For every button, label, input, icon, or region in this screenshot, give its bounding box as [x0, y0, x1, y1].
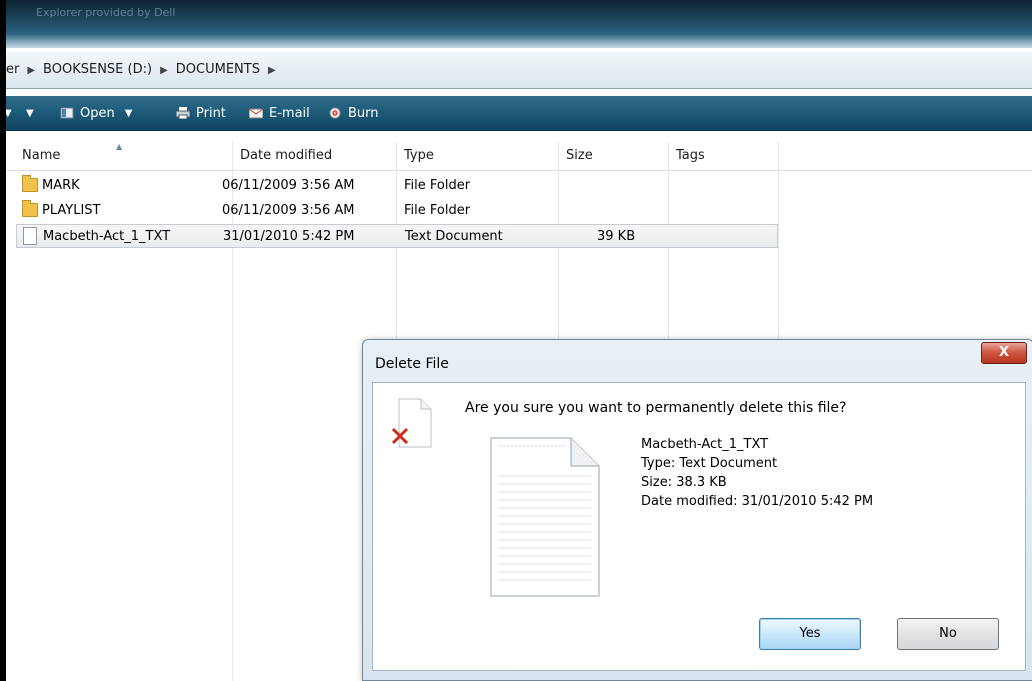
window-title: Explorer provided by Dell: [36, 6, 176, 19]
column-type[interactable]: Type: [404, 148, 434, 163]
file-type: Text Document: [405, 229, 503, 244]
file-type: File Folder: [404, 178, 471, 193]
column-date-modified[interactable]: Date modified: [240, 148, 332, 163]
open-button[interactable]: Open ▼: [60, 104, 132, 122]
email-label: E-mail: [269, 105, 310, 121]
column-tags[interactable]: Tags: [676, 148, 705, 163]
file-date: 06/11/2009 3:56 AM: [222, 203, 355, 218]
breadcrumb-drive[interactable]: BOOKSENSE (D:): [43, 62, 152, 77]
text-document-icon: [23, 227, 37, 245]
burn-disc-icon: [329, 107, 341, 119]
file-type: File Folder: [404, 203, 471, 218]
title-bar[interactable]: Explorer provided by Dell: [6, 0, 1032, 48]
list-item[interactable]: MARK 06/11/2009 3:56 AM File Folder: [16, 174, 778, 198]
folder-icon: [22, 200, 38, 217]
email-icon: [249, 108, 263, 119]
detail-file-name: Macbeth-Act_1_TXT: [641, 437, 769, 452]
column-size[interactable]: Size: [566, 148, 593, 163]
delete-file-icon: [391, 398, 432, 448]
column-name[interactable]: Name: [22, 148, 60, 163]
text-document-large-icon: [490, 437, 600, 597]
breadcrumb-prefix[interactable]: er: [6, 62, 19, 77]
burn-label: Burn: [348, 105, 379, 121]
organize-caret-icon[interactable]: ▼: [6, 104, 12, 122]
close-button[interactable]: X: [981, 342, 1027, 364]
detail-date-modified: Date modified: 31/01/2010 5:42 PM: [641, 494, 874, 509]
file-date: 31/01/2010 5:42 PM: [223, 229, 355, 244]
confirm-question: Are you sure you want to permanently del…: [465, 400, 847, 416]
print-button[interactable]: Print: [176, 104, 226, 122]
burn-button[interactable]: Burn: [328, 104, 379, 122]
breadcrumb-chevron-icon[interactable]: ▶: [27, 65, 35, 76]
command-toolbar: ▼ ▼ Open ▼ Print E-mail Burn: [6, 96, 1032, 131]
print-label: Print: [196, 105, 226, 121]
breadcrumb-documents[interactable]: DOCUMENTS: [176, 62, 260, 77]
list-item[interactable]: PLAYLIST 06/11/2009 3:56 AM File Folder: [16, 199, 778, 223]
delete-file-dialog: Delete File X Are you sure you want to p…: [362, 339, 1032, 681]
dialog-body: Are you sure you want to permanently del…: [372, 382, 1026, 671]
file-name: Macbeth-Act_1_TXT: [43, 229, 171, 244]
column-header: Name ▲ Date modified Type Size Tags: [6, 142, 1032, 171]
file-details: Macbeth-Act_1_TXT Type: Text Document Si…: [641, 435, 873, 511]
detail-file-type: Type: Text Document: [641, 456, 778, 471]
file-name: PLAYLIST: [42, 203, 101, 218]
dialog-title: Delete File: [375, 356, 449, 372]
no-button[interactable]: No: [897, 618, 999, 650]
file-size: 39 KB: [597, 229, 636, 244]
list-item[interactable]: Macbeth-Act_1_TXT 31/01/2010 5:42 PM Tex…: [16, 224, 778, 248]
sort-ascending-icon: ▲: [116, 142, 123, 151]
open-icon: [60, 107, 74, 119]
folder-icon: [22, 175, 38, 192]
address-bar[interactable]: er ▶ BOOKSENSE (D:) ▶ DOCUMENTS ▶: [6, 52, 1032, 89]
views-dropdown-icon[interactable]: ▼: [26, 104, 34, 122]
breadcrumb: er ▶ BOOKSENSE (D:) ▶ DOCUMENTS ▶: [6, 62, 284, 77]
detail-file-size: Size: 38.3 KB: [641, 475, 727, 490]
email-button[interactable]: E-mail: [249, 104, 310, 122]
file-name: MARK: [42, 178, 80, 193]
breadcrumb-chevron-icon[interactable]: ▶: [268, 65, 276, 76]
printer-icon: [176, 107, 190, 119]
file-date: 06/11/2009 3:56 AM: [222, 178, 355, 193]
breadcrumb-chevron-icon[interactable]: ▶: [160, 65, 168, 76]
yes-button[interactable]: Yes: [759, 618, 861, 650]
open-label: Open: [80, 105, 115, 121]
